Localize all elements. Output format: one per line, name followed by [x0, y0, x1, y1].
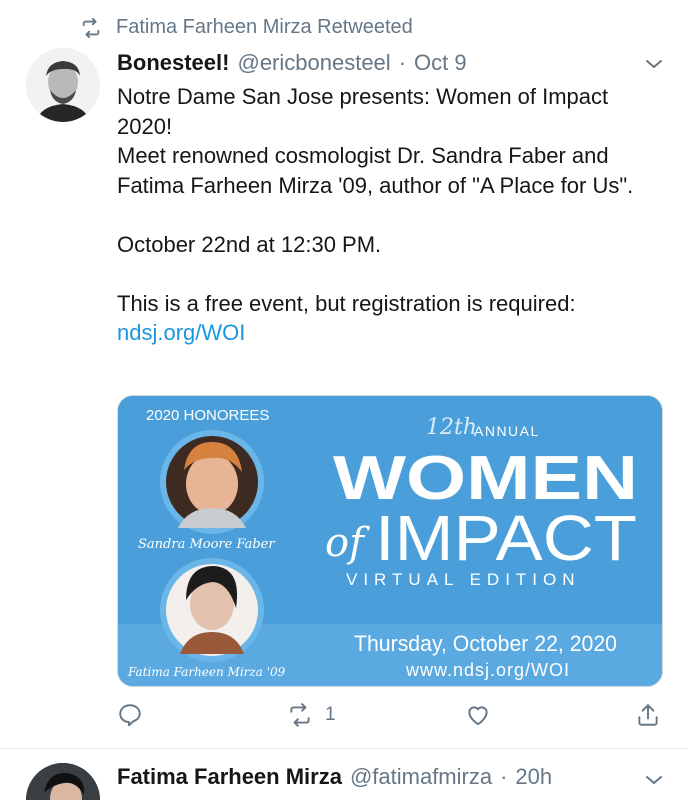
honoree-name-1: Sandra Moore Faber	[138, 537, 275, 552]
honorees-label: 2020 HONOREES	[146, 407, 269, 424]
honoree-photo-1	[160, 430, 264, 534]
like-button[interactable]	[465, 702, 491, 728]
tweet-divider	[0, 748, 688, 749]
next-tweet-avatar[interactable]	[26, 763, 100, 800]
headline-of: of	[325, 520, 370, 566]
annual-label: ANNUAL	[474, 423, 540, 439]
reply-button[interactable]	[117, 702, 143, 728]
next-tweet-header[interactable]: Fatima Farheen Mirza @fatimafmirza · 20h	[117, 762, 662, 792]
headline-impact: IMPACT	[375, 502, 637, 574]
retweet-count: 1	[325, 704, 336, 725]
retweet-icon	[82, 17, 100, 38]
chevron-down-icon[interactable]	[642, 52, 666, 76]
tweet-text-line: This is a free event, but registration i…	[117, 290, 576, 316]
honoree-photo-2	[160, 558, 264, 662]
tweet-actions: 1	[117, 702, 663, 732]
chevron-down-icon[interactable]	[642, 768, 666, 792]
retweet-attribution[interactable]: Fatima Farheen Mirza Retweeted	[80, 16, 413, 39]
tweet-date[interactable]: Oct 9	[414, 48, 467, 78]
author-name[interactable]: Bonesteel!	[117, 48, 229, 78]
retweet-button[interactable]: 1	[287, 702, 336, 728]
event-date: Thursday, October 22, 2020	[354, 631, 617, 656]
share-icon	[638, 704, 658, 726]
author-handle[interactable]: @ericbonesteel	[237, 48, 390, 78]
tweet-media-card[interactable]: 2020 HONOREES Sandra Moore Faber Fatima …	[117, 395, 663, 687]
tweet-text-line: Meet renowned cosmologist Dr. Sandra Fab…	[117, 143, 634, 198]
next-author-name[interactable]: Fatima Farheen Mirza	[117, 762, 342, 792]
edition-label: VIRTUAL EDITION	[346, 570, 581, 589]
tweet-text-line: Notre Dame San Jose presents: Women of I…	[117, 84, 609, 139]
share-button[interactable]	[635, 702, 661, 728]
separator-dot: ·	[398, 50, 407, 75]
tweet-text: Notre Dame San Jose presents: Women of I…	[117, 82, 662, 348]
honoree-name-2: Fatima Farheen Mirza '09	[127, 665, 286, 679]
heart-icon	[468, 706, 488, 726]
tweet[interactable]: Bonesteel! @ericbonesteel · Oct 9 Notre …	[117, 48, 662, 348]
tweet-header: Bonesteel! @ericbonesteel · Oct 9	[117, 48, 662, 78]
next-tweet-date[interactable]: 20h	[515, 762, 552, 792]
retweet-attribution-text: Fatima Farheen Mirza Retweeted	[116, 16, 413, 38]
separator-dot: ·	[500, 764, 508, 789]
author-avatar[interactable]	[26, 48, 100, 122]
retweet-icon	[290, 703, 310, 727]
tweet-link[interactable]: ndsj.org/WOI	[117, 318, 662, 348]
reply-icon	[119, 704, 141, 727]
next-author-handle[interactable]: @fatimafmirza	[350, 762, 492, 792]
event-url: www.ndsj.org/WOI	[405, 660, 570, 680]
annual-number: 12th	[426, 415, 477, 440]
tweet-text-line: October 22nd at 12:30 PM.	[117, 231, 382, 257]
